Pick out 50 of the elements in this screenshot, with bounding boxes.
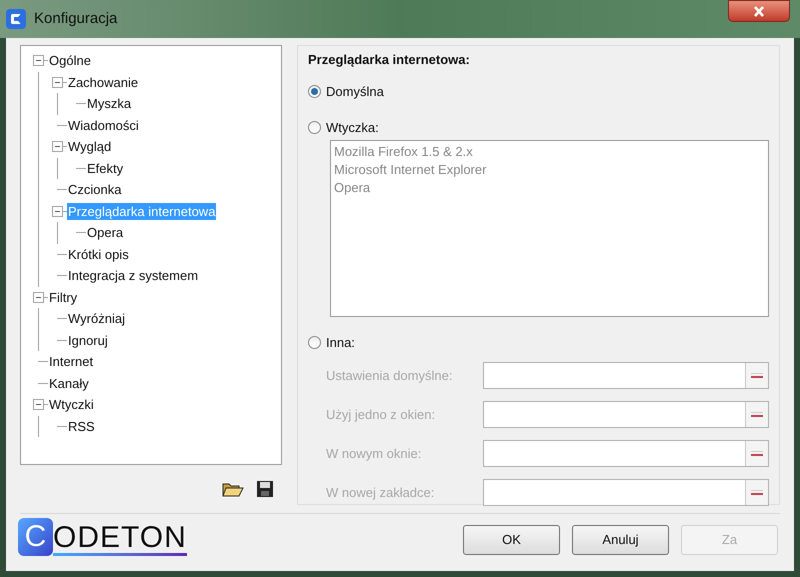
- tree-item[interactable]: Integracja z systemem: [67, 267, 200, 284]
- tree-item[interactable]: Ignoruj: [67, 332, 109, 349]
- radio-label: Wtyczka:: [326, 119, 379, 137]
- tree-item[interactable]: Filtry: [48, 288, 78, 306]
- tree-item[interactable]: Wiadomości: [67, 116, 140, 134]
- tree-item[interactable]: Wygląd: [67, 138, 112, 156]
- tree-item[interactable]: Opera: [86, 224, 124, 242]
- browse-button[interactable]: [745, 363, 768, 388]
- close-button[interactable]: [728, 0, 790, 22]
- close-icon: [753, 6, 765, 16]
- path-field[interactable]: [483, 440, 769, 467]
- tree-item[interactable]: Wyróżniaj: [67, 310, 126, 328]
- browse-button[interactable]: [745, 441, 768, 466]
- collapse-toggle-icon[interactable]: [52, 206, 63, 217]
- radio-label: Domyślna: [326, 82, 384, 101]
- collapse-toggle-icon[interactable]: [52, 76, 63, 88]
- field-label: Ustawienia domyślne:: [326, 366, 454, 385]
- field-label: W nowej zakładce:: [326, 484, 436, 502]
- save-icon[interactable]: [256, 480, 274, 498]
- collapse-toggle-icon[interactable]: [33, 292, 44, 303]
- field-label: Użyj jedno z okien:: [326, 406, 436, 424]
- tree-item[interactable]: Myszka: [86, 95, 132, 112]
- radio-label: Inna:: [326, 334, 355, 352]
- collapse-toggle-icon[interactable]: [33, 55, 44, 66]
- path-field[interactable]: [483, 479, 769, 506]
- browse-button[interactable]: [745, 480, 768, 505]
- dialog-button[interactable]: Anuluj: [572, 525, 669, 555]
- browse-button[interactable]: [745, 402, 768, 427]
- tree-item[interactable]: Czcionka: [67, 181, 122, 198]
- tree-item[interactable]: Wtyczki: [48, 396, 95, 414]
- collapse-toggle-icon[interactable]: [33, 399, 44, 410]
- radio-button[interactable]: [308, 84, 321, 98]
- collapse-toggle-icon[interactable]: [52, 141, 63, 152]
- logo: C ODETON: [18, 518, 187, 556]
- tree-item[interactable]: Zachowanie: [67, 74, 140, 91]
- tree-item[interactable]: Efekty: [86, 160, 124, 177]
- tree-item[interactable]: RSS: [67, 418, 96, 435]
- field-label: W nowym oknie:: [326, 444, 422, 463]
- path-field[interactable]: [483, 401, 769, 428]
- tree-item[interactable]: Kanały: [48, 374, 90, 392]
- window-title: Konfiguracja: [34, 8, 118, 29]
- path-field[interactable]: [483, 362, 769, 389]
- tree-item[interactable]: Krótki opis: [67, 246, 130, 263]
- dialog-button[interactable]: OK: [463, 525, 560, 555]
- app-icon: [6, 9, 26, 29]
- radio-button[interactable]: [308, 336, 321, 349]
- tree-item[interactable]: Internet: [48, 353, 94, 370]
- group-heading: Przeglądarka internetowa:: [308, 51, 471, 69]
- tree-item[interactable]: Ogólne: [48, 52, 92, 70]
- radio-button[interactable]: [308, 121, 321, 134]
